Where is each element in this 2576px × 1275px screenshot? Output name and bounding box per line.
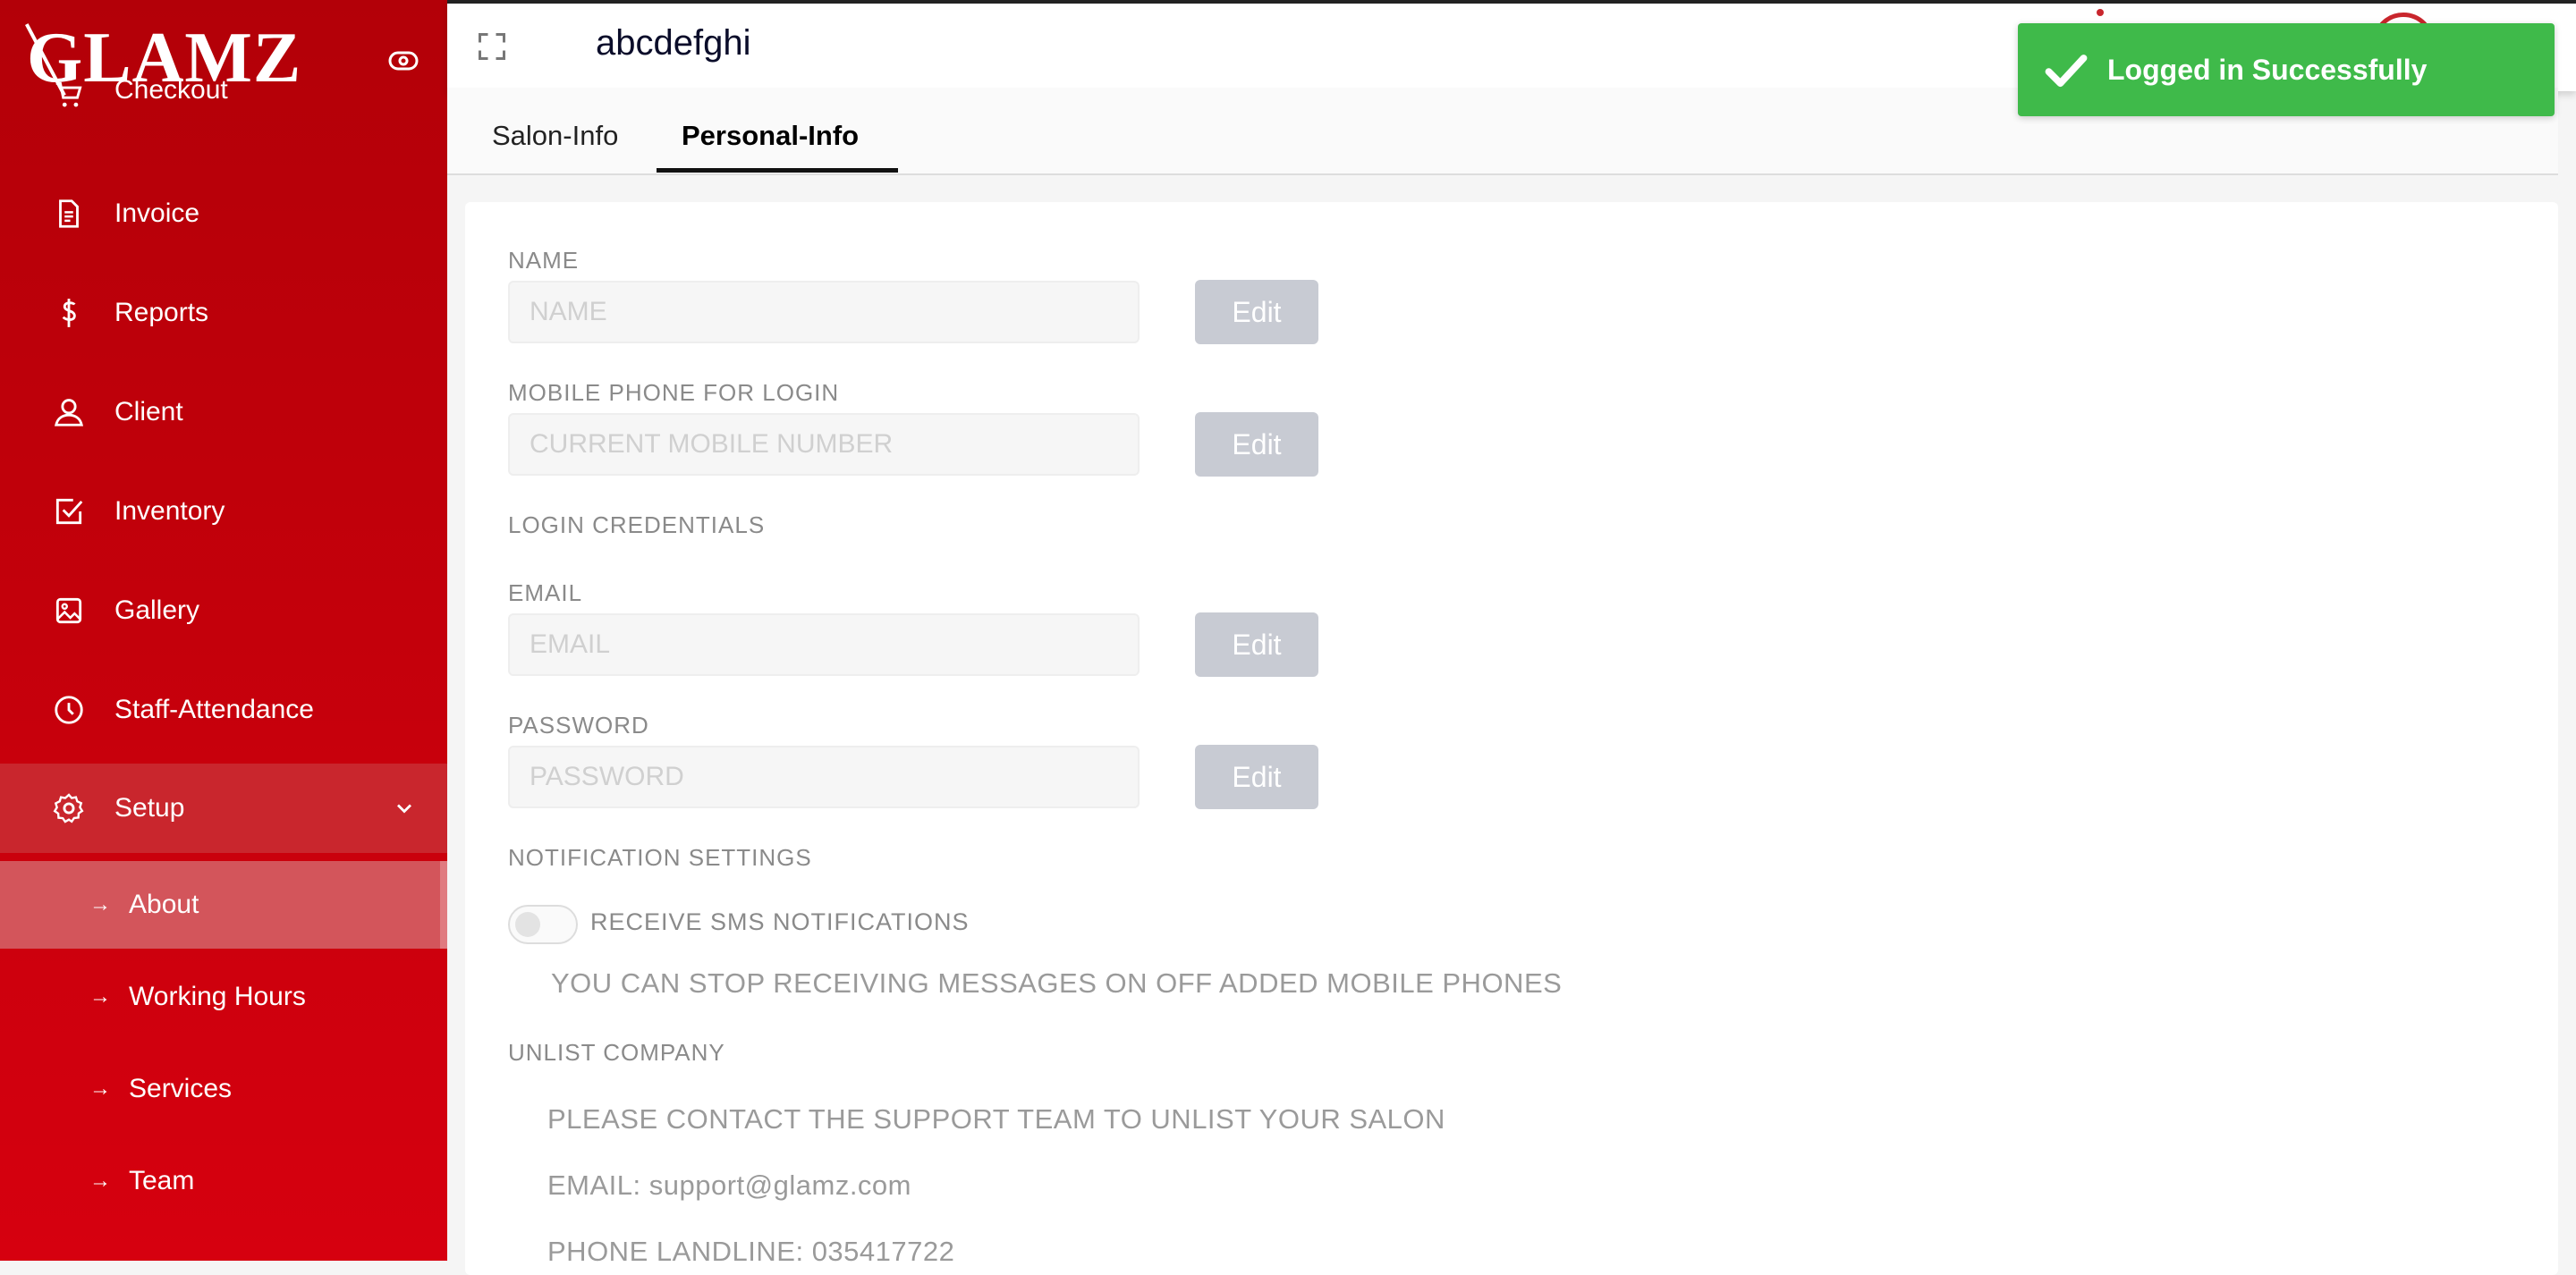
edit-name-button[interactable]: Edit: [1195, 280, 1318, 344]
cart-icon: [55, 81, 82, 107]
chevron-down-icon: [397, 804, 411, 814]
submenu-item-services[interactable]: → Services: [0, 1045, 447, 1133]
sms-info-text: YOU CAN STOP RECEIVING MESSAGES ON OFF A…: [551, 967, 1563, 999]
mobile-label: MOBILE PHONE FOR LOGIN: [508, 379, 840, 406]
sidebar-item-client[interactable]: Client: [0, 367, 447, 457]
success-toast[interactable]: Logged in Successfully: [2018, 23, 2555, 116]
sms-notifications-toggle[interactable]: [508, 905, 578, 944]
tab-personal-info[interactable]: Personal-Info: [682, 120, 859, 152]
submenu-item-working-hours[interactable]: → Working Hours: [0, 953, 447, 1041]
image-icon: [55, 597, 82, 624]
login-credentials-heading: LOGIN CREDENTIALS: [508, 511, 766, 538]
submenu-item-about[interactable]: → About: [0, 861, 447, 949]
sidebar-item-label: Reports: [114, 298, 209, 327]
password-field[interactable]: [508, 746, 1140, 808]
mobile-field[interactable]: [508, 413, 1140, 476]
name-field[interactable]: [508, 281, 1140, 343]
submenu-item-label: About: [129, 890, 199, 919]
arrow-right-icon: →: [89, 892, 111, 916]
email-field[interactable]: [508, 613, 1140, 676]
arrow-right-icon: →: [89, 1077, 111, 1101]
sidebar-item-label: Staff-Attendance: [114, 695, 314, 724]
sidebar: GLAMZ Checkout Invoice Reports Client In…: [0, 0, 447, 1261]
sidebar-item-setup[interactable]: Setup: [0, 764, 447, 853]
arrow-right-icon: →: [89, 1169, 111, 1193]
notification-settings-heading: NOTIFICATION SETTINGS: [508, 844, 812, 871]
sidebar-item-label: Setup: [114, 793, 185, 823]
support-phone-text: PHONE LANDLINE: 035417722: [547, 1236, 955, 1267]
toast-message: Logged in Successfully: [2107, 54, 2428, 86]
sms-notifications-label: RECEIVE SMS NOTIFICATIONS: [590, 908, 970, 935]
password-label: PASSWORD: [508, 712, 649, 739]
sidebar-item-gallery[interactable]: Gallery: [0, 566, 447, 655]
personal-info-card: NAME Edit MOBILE PHONE FOR LOGIN Edit LO…: [465, 202, 2558, 1275]
user-icon: [55, 399, 83, 426]
unlist-company-heading: UNLIST COMPANY: [508, 1039, 725, 1066]
submenu-item-label: Services: [129, 1074, 233, 1103]
edit-email-button[interactable]: Edit: [1195, 612, 1318, 677]
active-tab-indicator: [657, 168, 898, 173]
tab-salon-info[interactable]: Salon-Info: [492, 120, 618, 152]
salon-name-title: abcdefghi: [596, 23, 751, 63]
sidebar-item-invoice[interactable]: Invoice: [0, 169, 447, 258]
sidebar-item-inventory[interactable]: Inventory: [0, 467, 447, 556]
notification-dot: [2097, 9, 2104, 16]
sidebar-item-staff-attendance[interactable]: Staff-Attendance: [0, 665, 447, 755]
clock-icon: [55, 696, 83, 724]
sidebar-item-label: Invoice: [114, 198, 200, 228]
gear-icon: [53, 793, 84, 823]
sidebar-item-label: Client: [114, 397, 183, 426]
sidebar-item-reports[interactable]: Reports: [0, 268, 447, 358]
edit-mobile-button[interactable]: Edit: [1195, 412, 1318, 477]
submenu-item-label: Working Hours: [129, 982, 306, 1011]
sidebar-item-label: Gallery: [114, 595, 200, 625]
arrow-right-icon: →: [89, 984, 111, 1009]
unlist-info-text: PLEASE CONTACT THE SUPPORT TEAM TO UNLIS…: [547, 1103, 1445, 1135]
document-icon: [59, 199, 79, 228]
name-label: NAME: [508, 247, 580, 274]
dollar-icon: [62, 299, 76, 327]
sidebar-item-label: Checkout: [114, 75, 228, 105]
checkbox-icon: [55, 498, 83, 525]
sidebar-item-label: Inventory: [114, 496, 225, 526]
edit-password-button[interactable]: Edit: [1195, 745, 1318, 809]
sidebar-item-checkout[interactable]: Checkout: [0, 25, 447, 114]
check-icon: [2045, 55, 2088, 88]
support-email-text: EMAIL: support@glamz.com: [547, 1169, 911, 1201]
submenu-item-team[interactable]: → Team: [0, 1137, 447, 1225]
submenu-item-label: Team: [129, 1166, 195, 1195]
email-label: EMAIL: [508, 579, 583, 606]
fullscreen-icon[interactable]: [476, 30, 508, 63]
toggle-knob: [515, 912, 540, 937]
